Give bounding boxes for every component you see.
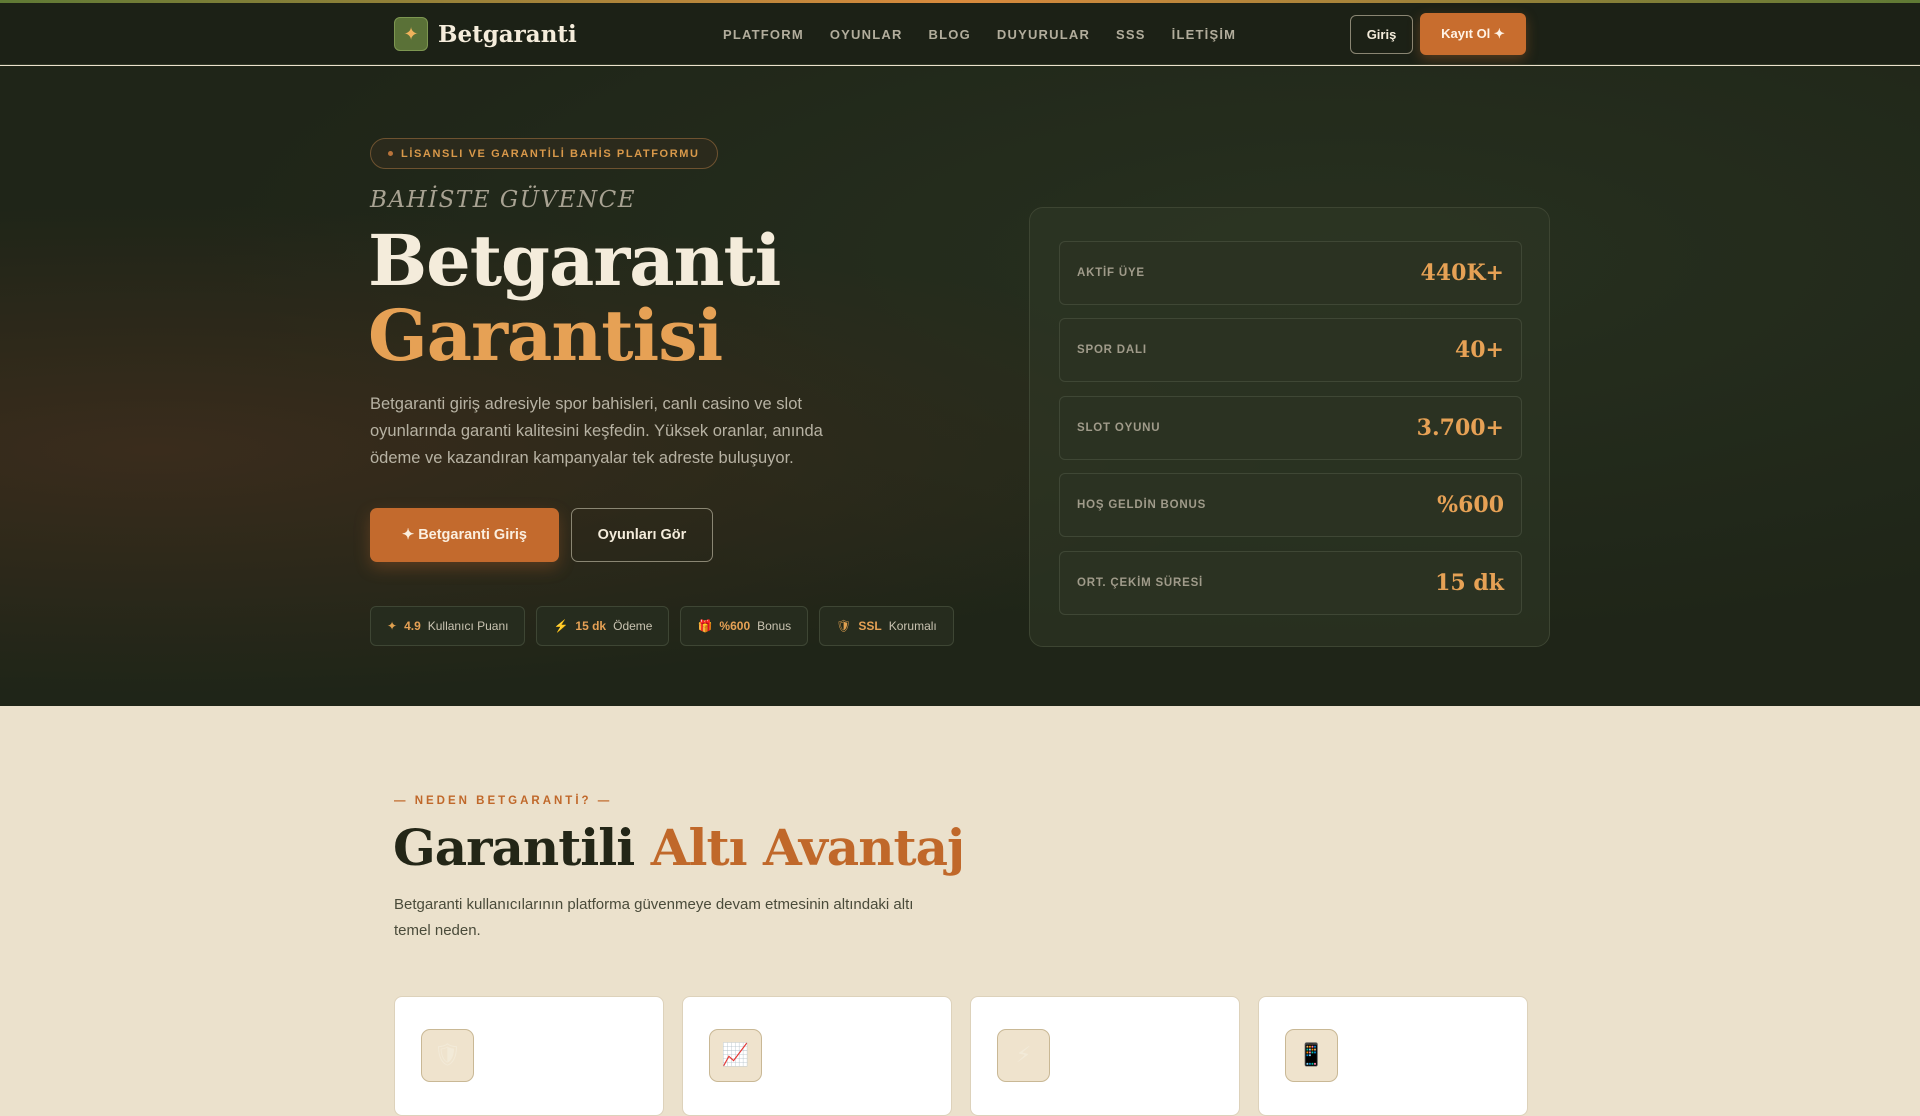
trust-chips: ✦ 4.9 Kullanıcı Puanı ⚡ 15 dk Ödeme 🎁 %6… xyxy=(370,606,954,646)
nav-item-platform[interactable]: PLATFORM xyxy=(723,27,804,42)
hero-title-line2: Garantisi xyxy=(368,294,723,377)
nav-item-sss[interactable]: SSS xyxy=(1116,27,1146,42)
stat-label: HOŞ GELDİN BONUS xyxy=(1077,499,1207,511)
hero-section: LİSANSLI VE GARANTİLİ BAHİS PLATFORMU BA… xyxy=(0,66,1920,706)
advantage-card: 🛡 xyxy=(394,996,664,1116)
chip-value: 4.9 xyxy=(404,619,421,633)
register-button[interactable]: Kayıt Ol ✦ xyxy=(1420,13,1526,55)
stat-value: %600 xyxy=(1437,492,1504,518)
license-badge-text: LİSANSLI VE GARANTİLİ BAHİS PLATFORMU xyxy=(401,147,700,160)
nav-item-oyunlar[interactable]: OYUNLAR xyxy=(830,27,903,42)
stat-value: 440K+ xyxy=(1420,260,1504,286)
stats-card: AKTİF ÜYE 440K+ SPOR DALI 40+ SLOT OYUNU… xyxy=(1029,207,1550,647)
advantage-card: 📱 xyxy=(1258,996,1528,1116)
nav-item-duyurular[interactable]: DUYURULAR xyxy=(997,27,1090,42)
nav-item-iletisim[interactable]: İLETİŞİM xyxy=(1172,27,1237,42)
chip-value: SSL xyxy=(858,619,882,633)
stat-value: 40+ xyxy=(1454,337,1504,363)
chip-label: Kullanıcı Puanı xyxy=(427,619,509,633)
main-nav: PLATFORM OYUNLAR BLOG DUYURULAR SSS İLET… xyxy=(723,27,1236,42)
stat-label: AKTİF ÜYE xyxy=(1077,267,1145,279)
mobile-icon: 📱 xyxy=(1285,1029,1338,1082)
login-button[interactable]: Giriş xyxy=(1350,15,1413,54)
stat-slots: SLOT OYUNU 3.700+ xyxy=(1059,396,1522,460)
chip-bonus: 🎁 %600 Bonus xyxy=(680,606,809,646)
advantages-section: — NEDEN BETGARANTİ? — Garantili Altı Ava… xyxy=(0,706,1920,1116)
dot-icon xyxy=(388,151,393,156)
advantage-card: ⚡ xyxy=(970,996,1240,1116)
lightning-icon: ⚡ xyxy=(997,1029,1050,1082)
chip-payout: ⚡ 15 dk Ödeme xyxy=(536,606,670,646)
section-title: Garantili Altı Avantaj xyxy=(393,818,965,877)
stat-label: SPOR DALI xyxy=(1077,344,1147,356)
chip-rating: ✦ 4.9 Kullanıcı Puanı xyxy=(370,606,526,646)
advantage-cards: 🛡 📈 ⚡ 📱 xyxy=(394,996,1528,1116)
hero-title-line1: Betgaranti xyxy=(368,219,781,302)
section-eyebrow: — NEDEN BETGARANTİ? — xyxy=(394,795,613,807)
view-games-button[interactable]: Oyunları Gör xyxy=(571,508,713,562)
shield-icon: 🛡 xyxy=(421,1029,474,1082)
chip-value: 15 dk xyxy=(575,619,607,633)
section-subtitle: Betgaranti kullanıcılarının platforma gü… xyxy=(394,896,914,939)
hero-description: Betgaranti giriş adresiyle spor bahisler… xyxy=(370,395,823,467)
star-icon: ✦ xyxy=(387,619,398,633)
nav-item-blog[interactable]: BLOG xyxy=(929,27,971,42)
license-badge: LİSANSLI VE GARANTİLİ BAHİS PLATFORMU xyxy=(370,138,718,169)
stat-label: ORT. ÇEKİM SÜRESİ xyxy=(1077,577,1204,589)
site-header: ✦ Betgaranti PLATFORM OYUNLAR BLOG DUYUR… xyxy=(0,3,1920,65)
chip-label: Bonus xyxy=(757,619,792,633)
chip-label: Ödeme xyxy=(613,619,653,633)
stat-sports: SPOR DALI 40+ xyxy=(1059,318,1522,382)
advantage-card: 📈 xyxy=(682,996,952,1116)
stat-label: SLOT OYUNU xyxy=(1077,422,1161,434)
betgaranti-login-button[interactable]: ✦ Betgaranti Giriş xyxy=(370,508,559,562)
hero-kicker: BAHİSTE GÜVENCE xyxy=(370,187,637,213)
chip-ssl: 🛡 SSL Korumalı xyxy=(819,606,954,646)
stat-welcome-bonus: HOŞ GELDİN BONUS %600 xyxy=(1059,473,1522,537)
chip-value: %600 xyxy=(719,619,751,633)
stat-value: 3.700+ xyxy=(1416,415,1504,441)
stat-active-members: AKTİF ÜYE 440K+ xyxy=(1059,241,1522,305)
shield-icon: 🛡 xyxy=(836,619,852,633)
stat-value: 15 dk xyxy=(1435,570,1504,596)
section-title-accent: Altı Avantaj xyxy=(650,818,965,877)
brand-logo[interactable]: ✦ Betgaranti xyxy=(394,17,577,51)
chip-label: Korumalı xyxy=(888,619,937,633)
gift-icon: 🎁 xyxy=(697,619,713,633)
stat-withdrawal-time: ORT. ÇEKİM SÜRESİ 15 dk xyxy=(1059,551,1522,615)
sparkle-icon: ✦ xyxy=(394,17,428,51)
lightning-icon: ⚡ xyxy=(553,619,569,633)
section-title-plain: Garantili xyxy=(393,818,651,877)
brand-name: Betgaranti xyxy=(438,20,577,48)
chart-up-icon: 📈 xyxy=(709,1029,762,1082)
